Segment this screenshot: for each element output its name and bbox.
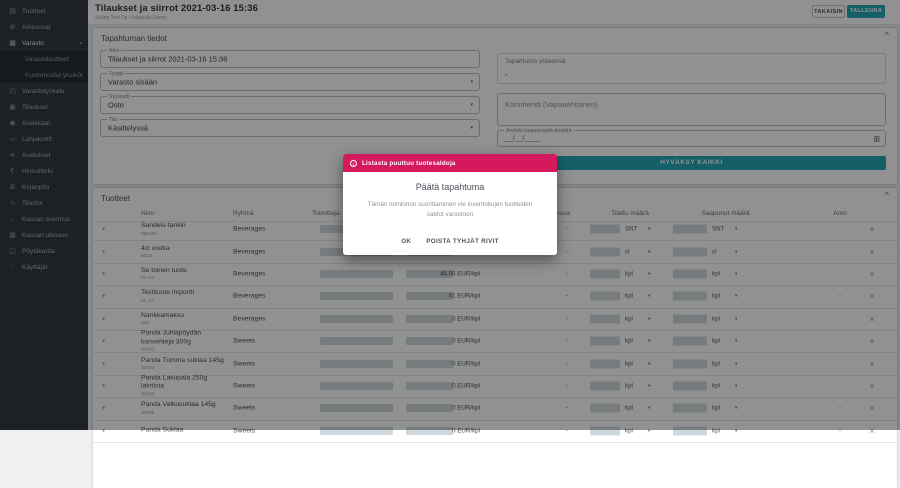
dialog-title: Päätä tapahtuma xyxy=(343,182,557,192)
app-root: ▤ Tuotteet ⊗ Ainesosat ▦ Varasto ▴ Varas… xyxy=(0,0,900,430)
info-icon: i xyxy=(350,160,357,167)
ok-button[interactable]: OK xyxy=(401,238,411,245)
alert-text: Listasta puuttuu tuotesaldoja xyxy=(362,160,456,167)
dialog-body-text: Tämän toiminnon suorittaminen vie invent… xyxy=(360,200,540,220)
dialog-actions: OK POISTA TYHJÄT RIVIT xyxy=(343,238,557,245)
missing-balances-alert: i Listasta puuttuu tuotesaldoja xyxy=(343,154,557,172)
remove-empty-rows-button[interactable]: POISTA TYHJÄT RIVIT xyxy=(426,238,499,245)
finish-event-dialog: i Listasta puuttuu tuotesaldoja Päätä ta… xyxy=(343,154,557,255)
